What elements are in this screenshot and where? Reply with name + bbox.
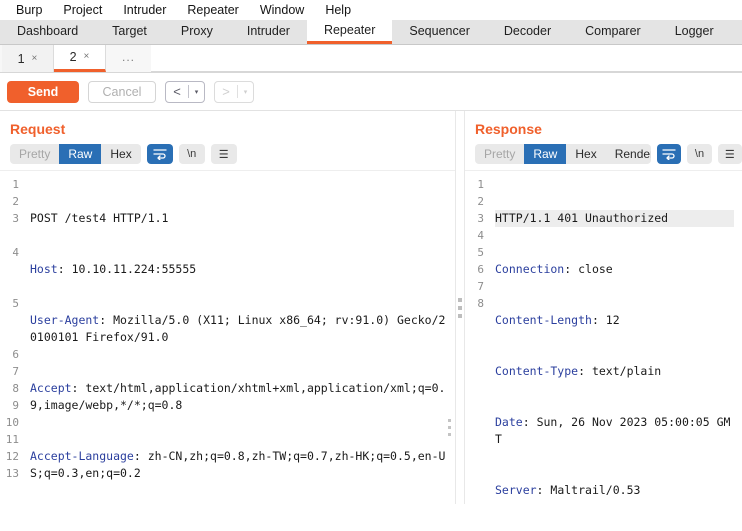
request-line: Accept: text/html,application/xhtml+xml,…	[30, 381, 446, 412]
response-line-numbers: 1 2 3 4 5 6 7 8	[477, 178, 484, 310]
tab-bar-filler	[151, 45, 742, 72]
menu-item-window[interactable]: Window	[250, 0, 315, 20]
menu-item-burp[interactable]: Burp	[6, 0, 53, 20]
request-line: User-Agent: Mozilla/5.0 (X11; Linux x86_…	[30, 313, 446, 344]
chevron-left-icon: <	[173, 84, 181, 99]
send-button[interactable]: Send	[7, 80, 79, 103]
hamburger-menu-icon[interactable]: ☰	[210, 144, 237, 164]
request-view-hex[interactable]: Hex	[101, 144, 140, 164]
request-line: POST /test4 HTTP/1.1	[30, 211, 169, 225]
request-view-toolbar: Pretty Raw Hex \n ☰	[0, 144, 455, 170]
response-view-render[interactable]: Render	[606, 144, 651, 164]
close-icon[interactable]: ×	[32, 53, 38, 64]
repeater-tab-1[interactable]: 1 ×	[2, 45, 54, 72]
action-toolbar: Send Cancel < ▾ > ▾	[0, 73, 742, 111]
menu-item-project[interactable]: Project	[53, 0, 113, 20]
repeater-tab-bar: 1 × 2 × ...	[0, 45, 742, 73]
tab-sequencer[interactable]: Sequencer	[392, 20, 487, 44]
repeater-tab-overflow[interactable]: ...	[106, 45, 152, 72]
forward-button: > ▾	[214, 80, 254, 103]
tab-dashboard[interactable]: Dashboard	[0, 20, 96, 44]
menu-bar: Burp Project Intruder Repeater Window He…	[0, 0, 742, 20]
word-wrap-icon[interactable]	[657, 144, 682, 164]
main-tab-bar: Dashboard Target Proxy Intruder Repeater…	[0, 20, 742, 45]
request-line-numbers: 1 2 3 . 4 . . 5 . . 6 7 8 9 10 11 12	[5, 178, 19, 480]
close-icon[interactable]: ×	[84, 52, 90, 62]
response-view-pretty[interactable]: Pretty	[475, 144, 524, 164]
tab-repeater[interactable]: Repeater	[306, 20, 393, 44]
hamburger-menu-icon[interactable]: ☰	[717, 144, 742, 164]
chevron-right-icon: >	[222, 84, 230, 99]
newline-icon[interactable]: \n	[687, 144, 712, 164]
response-line: Connection: close	[495, 262, 613, 276]
response-line: Content-Type: text/plain	[495, 364, 662, 378]
repeater-tab-2[interactable]: 2 ×	[54, 45, 106, 72]
menu-item-repeater[interactable]: Repeater	[177, 0, 249, 20]
menu-item-help[interactable]: Help	[315, 0, 362, 20]
panel-splitter[interactable]	[455, 111, 465, 504]
back-button[interactable]: < ▾	[165, 80, 205, 103]
request-panel: Request Pretty Raw Hex \n ☰ 1 2 3 .	[0, 111, 455, 504]
tab-extender[interactable]: E	[730, 20, 742, 44]
response-line: Server: Maltrail/0.53	[495, 483, 641, 497]
tab-comparer[interactable]: Comparer	[568, 20, 658, 44]
request-editor[interactable]: 1 2 3 . 4 . . 5 . . 6 7 8 9 10 11 12	[0, 170, 455, 504]
request-view-raw[interactable]: Raw	[59, 144, 102, 164]
chevron-down-icon: ▾	[243, 88, 248, 96]
editor-panels: Request Pretty Raw Hex \n ☰ 1 2 3 .	[0, 111, 742, 504]
request-content[interactable]: POST /test4 HTTP/1.1 Host: 10.10.11.224:…	[24, 171, 455, 504]
response-line: Content-Length: 12	[495, 313, 620, 327]
tab-decoder[interactable]: Decoder	[486, 20, 569, 44]
response-status-line: HTTP/1.1 401 Unauthorized	[495, 210, 734, 227]
request-title: Request	[10, 121, 66, 137]
request-view-pretty[interactable]: Pretty	[10, 144, 59, 164]
repeater-tab-1-label: 1	[17, 51, 25, 66]
response-view-mode-group: Pretty Raw Hex Render	[475, 144, 651, 164]
word-wrap-icon[interactable]	[146, 144, 173, 164]
response-panel: Response Pretty Raw Hex Render \n ☰ 1 2	[465, 111, 742, 504]
menu-item-intruder[interactable]: Intruder	[113, 0, 177, 20]
response-content[interactable]: HTTP/1.1 401 Unauthorized Connection: cl…	[489, 171, 742, 504]
tab-target[interactable]: Target	[95, 20, 164, 44]
repeater-tab-2-label: 2	[69, 50, 77, 64]
splitter-grip-icon	[458, 297, 462, 318]
request-view-mode-group: Pretty Raw Hex	[10, 144, 141, 164]
tab-proxy[interactable]: Proxy	[163, 20, 230, 44]
request-line: Accept-Language: zh-CN,zh;q=0.8,zh-TW;q=…	[30, 449, 446, 480]
response-editor[interactable]: 1 2 3 4 5 6 7 8 HTTP/1.1 401 Unauthorize…	[465, 170, 742, 504]
tab-intruder[interactable]: Intruder	[229, 20, 307, 44]
response-view-toolbar: Pretty Raw Hex Render \n ☰	[465, 144, 742, 170]
response-view-hex[interactable]: Hex	[566, 144, 605, 164]
request-resize-grip[interactable]	[448, 419, 451, 436]
response-view-raw[interactable]: Raw	[524, 144, 567, 164]
cancel-button: Cancel	[88, 80, 156, 103]
response-title: Response	[475, 121, 542, 137]
tab-logger[interactable]: Logger	[657, 20, 731, 44]
newline-icon[interactable]: \n	[178, 144, 205, 164]
request-line: Host: 10.10.11.224:55555	[30, 262, 197, 276]
chevron-down-icon[interactable]: ▾	[189, 82, 204, 102]
response-line: Date: Sun, 26 Nov 2023 05:00:05 GMT	[495, 415, 731, 446]
